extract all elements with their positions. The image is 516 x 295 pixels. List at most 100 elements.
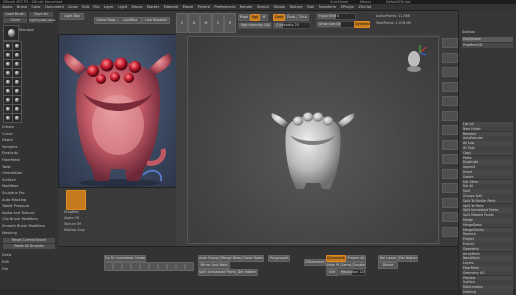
unmasked-center-button[interactable]: Go To Unmasked Center	[104, 255, 146, 262]
z-intensity-slider[interactable]: Z Intensity 25	[273, 22, 311, 29]
polygroupit-button[interactable]: Polygroupit	[268, 255, 290, 262]
subtool-menu-item[interactable]: Masking	[462, 290, 513, 295]
edit-mode-button[interactable]: E	[176, 13, 188, 33]
zcut-button[interactable]: Zcut	[297, 14, 309, 21]
brush-menu-item[interactable]: Depth	[2, 137, 56, 144]
brush-shortcut[interactable]	[140, 262, 149, 271]
brush-shortcut[interactable]	[167, 262, 176, 271]
close-holes-button[interactable]: Close Holes	[242, 255, 264, 262]
subtool-item[interactable]: PolySphere	[462, 37, 513, 42]
rotate-mode-button[interactable]: R	[224, 13, 236, 33]
double-button[interactable]: Double	[352, 262, 366, 269]
sculpt-model[interactable]	[188, 37, 438, 243]
menu-marker[interactable]: Marker	[147, 4, 159, 10]
brush-menu-item[interactable]: Alpha and Texture	[2, 210, 56, 217]
subtool-item[interactable]: PolyMesh3D	[462, 43, 513, 48]
stroke-thumbnail[interactable]	[66, 190, 86, 210]
divide-button[interactable]: Divide	[378, 262, 398, 269]
home-page-button[interactable]: Home Page	[94, 17, 118, 24]
del-higher-button[interactable]: Del Higher	[398, 255, 418, 262]
brush-menu-item[interactable]: Smooth Brush Modifiers	[2, 223, 56, 230]
auto-groups-button[interactable]: Auto Groups	[198, 255, 220, 262]
aahalf-icon[interactable]	[442, 81, 458, 92]
merge-down-button[interactable]: Merge Down	[220, 255, 242, 262]
move-icon[interactable]	[442, 154, 458, 164]
same-button[interactable]: Same	[340, 262, 352, 269]
scale-mode-button[interactable]: S	[212, 13, 224, 33]
actual-icon[interactable]	[442, 67, 458, 77]
floor-icon[interactable]	[442, 110, 458, 121]
polyf-icon[interactable]	[442, 197, 458, 208]
zoom-icon[interactable]	[442, 52, 458, 63]
brush-menu-item[interactable]: Elasticity	[2, 150, 56, 157]
split-unmasked-button[interactable]: Split Unmasked Points	[198, 269, 236, 276]
zsub-button[interactable]: Zsub	[285, 14, 297, 21]
brush-menu-item[interactable]: Auto Masking	[2, 197, 56, 204]
file-palette[interactable]: File	[2, 266, 56, 273]
draw-mode-button[interactable]: D	[188, 13, 200, 33]
menu-tool[interactable]: Tool	[307, 4, 314, 10]
zremesher-button[interactable]: ZRemesher	[304, 259, 326, 266]
mrgb-button[interactable]: Mrgb	[238, 14, 250, 21]
clone-button[interactable]: Clone	[3, 18, 27, 23]
lightbox-toggle[interactable]: LightBox	[118, 17, 142, 24]
brush-menu-item[interactable]: Modifiers	[2, 183, 56, 190]
ghost-icon[interactable]	[442, 226, 458, 237]
menu-render[interactable]: Render	[240, 4, 253, 10]
brush-menu-item[interactable]: Surface	[2, 177, 56, 184]
project-all-button[interactable]: Project All	[346, 255, 366, 262]
menu-texture[interactable]: Texture	[289, 4, 302, 10]
brush-menu-item[interactable]: Create	[2, 124, 56, 131]
menu-draw[interactable]: Draw	[68, 4, 77, 10]
menu-material[interactable]: Material	[164, 4, 179, 10]
brush-shortcut[interactable]	[104, 262, 113, 271]
del-hidden-button[interactable]: Del Hidden	[236, 269, 258, 276]
menu-zscript[interactable]: ZScript	[358, 4, 371, 10]
menu-transform[interactable]: Transform	[318, 4, 336, 10]
brush-shortcut[interactable]	[122, 262, 131, 271]
resolution-slider[interactable]: Resolution 128	[338, 269, 366, 276]
brush-shortcut[interactable]	[131, 262, 140, 271]
dynamesh-button[interactable]: Dynamesh	[326, 255, 346, 262]
brush-shortcut[interactable]	[176, 262, 185, 271]
frame-icon[interactable]	[442, 139, 458, 150]
menu-movie[interactable]: Movie	[183, 4, 194, 10]
scroll-icon[interactable]	[442, 38, 458, 48]
del-lower-button[interactable]: Del Lower	[378, 255, 398, 262]
reset-current-brush-button[interactable]: Reset Current Brush	[3, 238, 55, 243]
brush-shortcut[interactable]	[185, 262, 194, 271]
smt-button[interactable]: Smt	[326, 269, 338, 276]
transp-icon[interactable]	[442, 212, 458, 222]
menu-file[interactable]: File	[93, 4, 99, 10]
save-as-button[interactable]: Save As	[29, 12, 53, 17]
brush-shortcut[interactable]	[149, 262, 158, 271]
menu-macro[interactable]: Macro	[132, 4, 143, 10]
edit-palette[interactable]: Edit	[2, 259, 56, 266]
dynamic-button[interactable]: Dynamic	[354, 21, 370, 28]
brush-thumbnail[interactable]	[3, 25, 19, 41]
brush-menu-item[interactable]: Clip Brush Modifiers	[2, 216, 56, 223]
menu-picture[interactable]: Picture	[198, 4, 210, 10]
menu-preferences[interactable]: Preferences	[214, 4, 235, 10]
brush-menu-item[interactable]: Tablet Pressure	[2, 203, 56, 210]
brush-menu-item[interactable]: Sculptris Pro	[2, 190, 56, 197]
lightbox-brushes-button[interactable]: Lightbox▸Brushes	[29, 18, 55, 23]
brush-menu-item[interactable]: FiberMesh	[2, 157, 56, 164]
rotate-icon[interactable]	[442, 183, 458, 193]
menu-stroke[interactable]: Stroke	[274, 4, 285, 10]
menu-light[interactable]: Light	[118, 4, 127, 10]
rgb-button[interactable]: Rgb	[250, 14, 260, 21]
live-boolean-button[interactable]: Live Boolean	[142, 17, 170, 24]
menu-stencil[interactable]: Stencil	[257, 4, 269, 10]
draw-size-slider[interactable]: Draw Size 64	[316, 21, 356, 28]
menu-zplugin[interactable]: ZPlugin	[341, 4, 354, 10]
focal-shift-slider[interactable]: Focal Shift 0	[316, 13, 356, 20]
hide-pt-button[interactable]: Hide Pt	[326, 262, 340, 269]
local-icon[interactable]	[442, 125, 458, 135]
reset-all-brushes-button[interactable]: Reset All Brushes	[3, 244, 55, 249]
rgb-intensity-slider[interactable]: Rgb Intensity 100	[238, 22, 272, 29]
menu-layer[interactable]: Layer	[104, 4, 114, 10]
axis-gizmo-icon[interactable]	[402, 43, 428, 73]
brush-shortcut[interactable]	[113, 262, 122, 271]
brush-menu-item[interactable]: Twist	[2, 164, 56, 171]
